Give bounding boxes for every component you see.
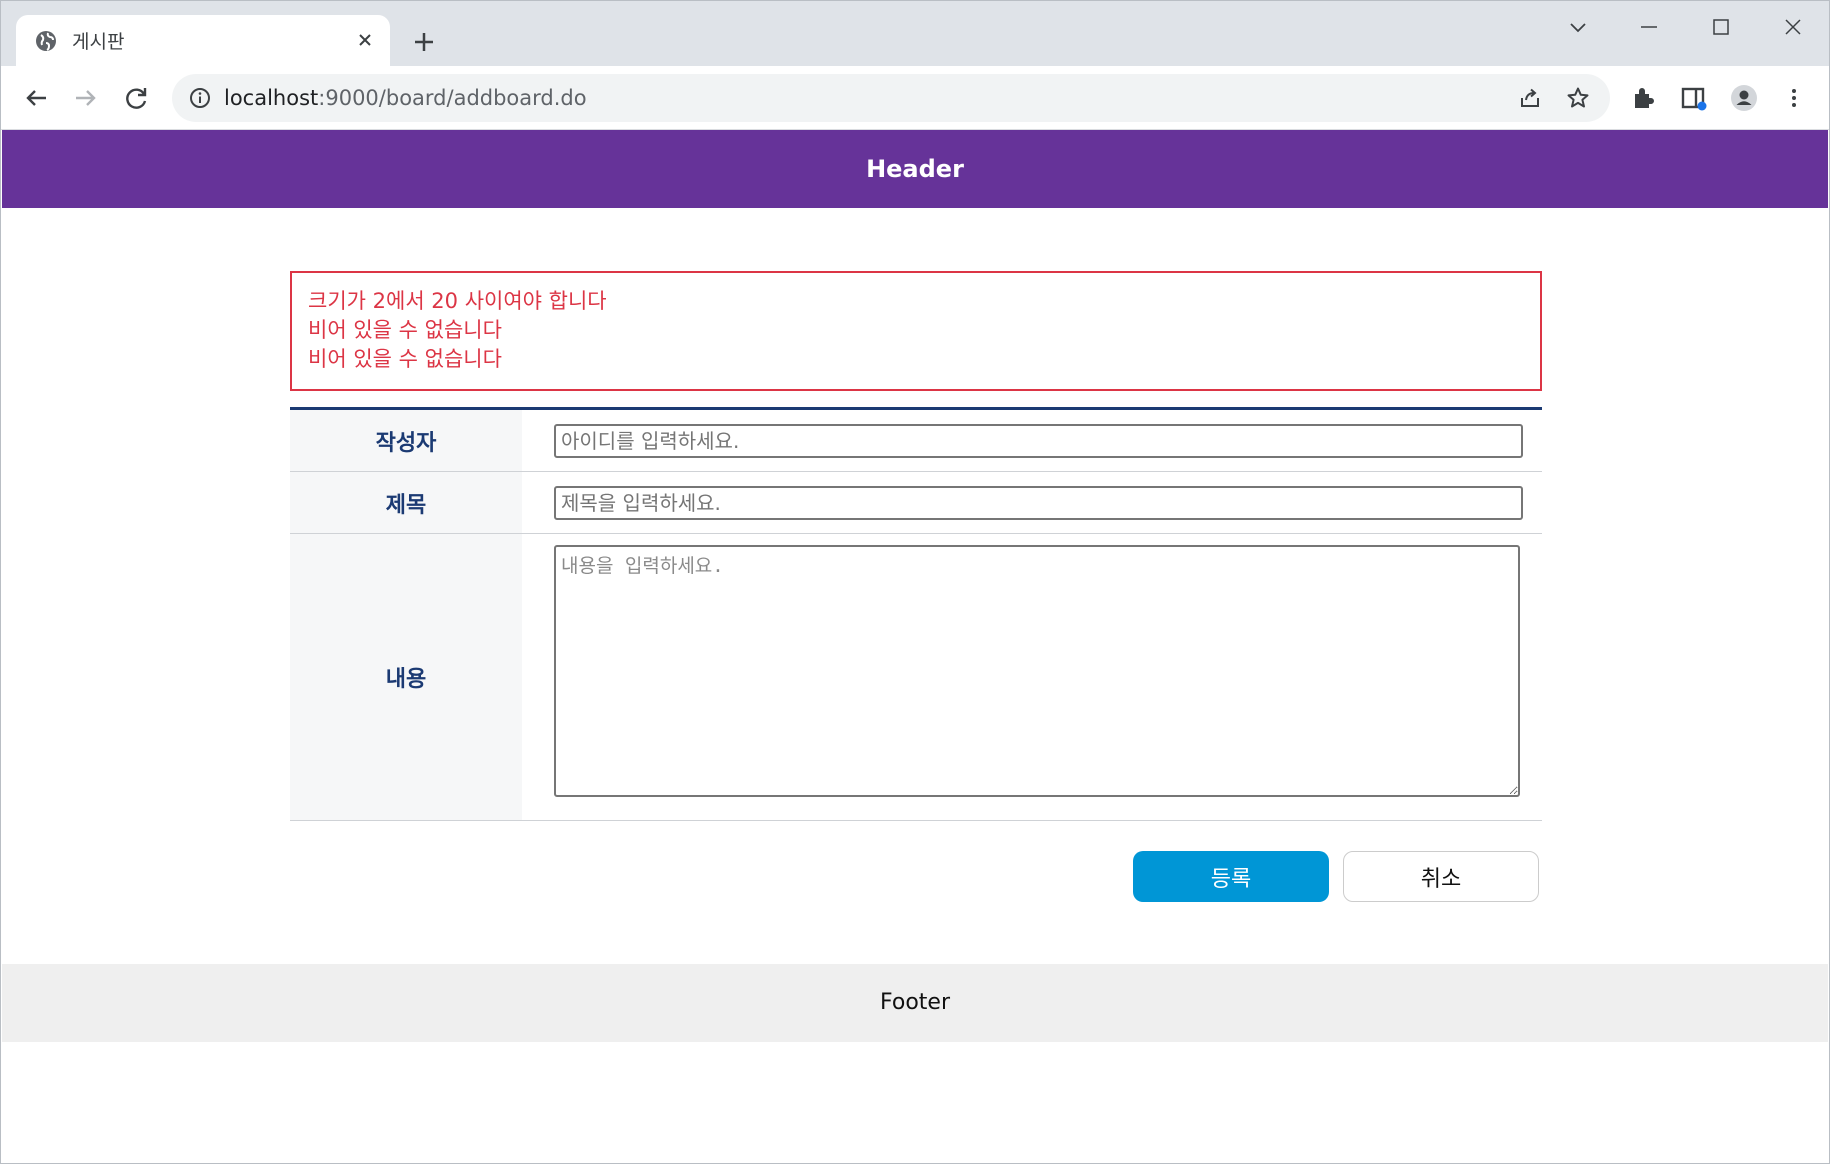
submit-button[interactable]: 등록 bbox=[1133, 851, 1329, 902]
maximize-icon[interactable] bbox=[1706, 12, 1736, 42]
back-arrow-icon[interactable] bbox=[20, 82, 52, 114]
title-input[interactable] bbox=[554, 485, 1523, 520]
title-label: 제목 bbox=[290, 472, 522, 533]
error-message: 비어 있을 수 없습니다 bbox=[308, 347, 502, 371]
star-icon[interactable] bbox=[1566, 86, 1590, 110]
profile-avatar-icon[interactable] bbox=[1730, 84, 1758, 112]
page-footer: Footer bbox=[2, 964, 1828, 1042]
more-menu-icon[interactable] bbox=[1780, 84, 1808, 112]
new-tab-icon[interactable] bbox=[410, 28, 438, 56]
forward-arrow-icon[interactable] bbox=[70, 82, 102, 114]
extensions-icon[interactable] bbox=[1630, 84, 1658, 112]
chevron-down-icon[interactable] bbox=[1563, 12, 1593, 42]
error-message: 크기가 2에서 20 사이여야 합니다 bbox=[308, 289, 607, 313]
page-content: Header 크기가 2에서 20 사이여야 합니다 비어 있을 수 없습니다 … bbox=[2, 130, 1828, 1162]
share-icon[interactable] bbox=[1518, 86, 1542, 110]
page-header: Header bbox=[2, 130, 1828, 208]
error-messages: 크기가 2에서 20 사이여야 합니다 비어 있을 수 없습니다 비어 있을 수… bbox=[290, 271, 1542, 391]
window-close-icon[interactable] bbox=[1778, 12, 1808, 42]
close-icon[interactable] bbox=[354, 29, 376, 51]
content-label: 내용 bbox=[290, 534, 522, 820]
board-form: 작성자 제목 내용 bbox=[290, 407, 1542, 821]
info-icon[interactable] bbox=[188, 86, 212, 110]
side-panel-icon[interactable] bbox=[1680, 84, 1708, 112]
writer-row: 작성자 bbox=[290, 410, 1542, 472]
minimize-icon[interactable] bbox=[1634, 12, 1664, 42]
content-row: 내용 bbox=[290, 534, 1542, 821]
browser-tab[interactable]: 게시판 bbox=[16, 15, 390, 66]
writer-input[interactable] bbox=[554, 423, 1523, 458]
url-text[interactable]: localhost:9000/board/addboard.do bbox=[224, 86, 587, 110]
reload-icon[interactable] bbox=[120, 82, 152, 114]
tab-title: 게시판 bbox=[72, 31, 125, 53]
cancel-button[interactable]: 취소 bbox=[1343, 851, 1539, 902]
address-bar[interactable]: localhost:9000/board/addboard.do bbox=[172, 74, 1610, 122]
content-textarea[interactable] bbox=[554, 545, 1520, 797]
browser-toolbar: localhost:9000/board/addboard.do bbox=[0, 66, 1830, 130]
writer-label: 작성자 bbox=[290, 410, 522, 471]
title-row: 제목 bbox=[290, 472, 1542, 534]
globe-icon bbox=[36, 31, 56, 51]
error-message: 비어 있을 수 없습니다 bbox=[308, 318, 502, 342]
tab-strip: 게시판 bbox=[0, 0, 1830, 66]
